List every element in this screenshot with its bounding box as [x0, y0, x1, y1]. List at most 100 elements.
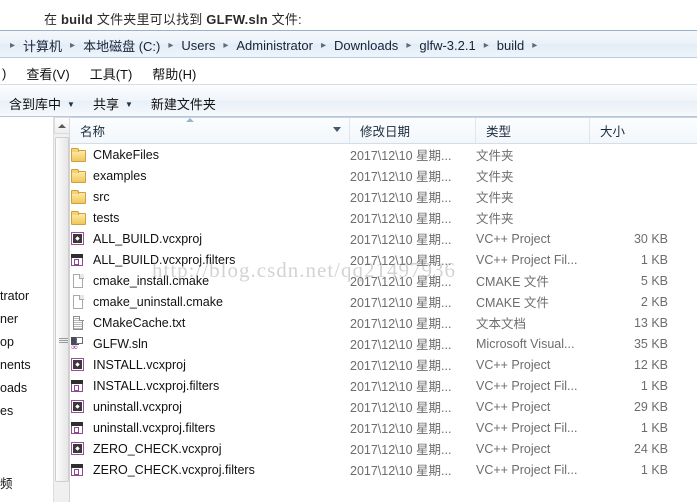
- file-name-cell[interactable]: GLFW.sln: [70, 336, 340, 352]
- column-header-name[interactable]: 名称: [70, 118, 350, 143]
- table-row[interactable]: examples 2017\12\10 星期... 文件夹: [70, 165, 697, 186]
- table-row[interactable]: src 2017\12\10 星期... 文件夹: [70, 186, 697, 207]
- file-list: CMakeFiles 2017\12\10 星期... 文件夹 examples 201…: [70, 144, 697, 480]
- file-name-label: ALL_BUILD.vcxproj.filters: [93, 252, 236, 267]
- scroll-up-arrow-icon[interactable]: [54, 117, 70, 134]
- breadcrumb-separator-icon[interactable]: [223, 40, 228, 51]
- file-type-cell: VC++ Project: [476, 399, 551, 414]
- file-name-label: GLFW.sln: [93, 336, 148, 351]
- column-header-date-label: 修改日期: [360, 125, 411, 139]
- breadcrumb-item-0[interactable]: 计算机: [21, 36, 64, 55]
- table-row[interactable]: GLFW.sln 2017\12\10 星期... Microsoft Visual…: [70, 333, 697, 354]
- file-name-label: examples: [93, 168, 147, 183]
- file-date-cell: 2017\12\10 星期...: [350, 212, 452, 226]
- file-type-cell: VC++ Project: [476, 231, 551, 246]
- breadcrumb-separator-icon[interactable]: [168, 40, 173, 51]
- table-row[interactable]: ALL_BUILD.vcxproj 2017\12\10 星期... VC++ Pr…: [70, 228, 697, 249]
- file-name-cell[interactable]: src: [70, 189, 340, 205]
- breadcrumb-item-6[interactable]: build: [495, 38, 526, 53]
- menu-item-help[interactable]: 帮助(H): [142, 63, 206, 84]
- breadcrumb-item-5[interactable]: glfw-3.2.1: [417, 38, 477, 53]
- file-size-cell: 1 KB: [640, 420, 668, 435]
- new-folder-button[interactable]: 新建文件夹: [142, 92, 225, 115]
- scrollbar-grip-icon: [59, 338, 68, 345]
- nav-item-1[interactable]: ner: [0, 312, 18, 326]
- file-date-cell: 2017\12\10 星期...: [350, 338, 452, 352]
- column-header-type[interactable]: 类型: [476, 118, 590, 143]
- address-bar[interactable]: 计算机 本地磁盘 (C:) Users Administrator Downlo…: [0, 30, 697, 58]
- scrollbar-thumb[interactable]: [55, 137, 69, 482]
- nav-item-0[interactable]: trator: [0, 289, 29, 303]
- table-row[interactable]: CMakeCache.txt 2017\12\10 星期... 文本文档 13 KB: [70, 312, 697, 333]
- table-row[interactable]: ZERO_CHECK.vcxproj 2017\12\10 星期... VC++ P…: [70, 438, 697, 459]
- folder-icon: [70, 168, 86, 184]
- file-name-cell[interactable]: cmake_uninstall.cmake: [70, 294, 340, 310]
- menu-item-tools[interactable]: 工具(T): [80, 63, 143, 84]
- table-row[interactable]: INSTALL.vcxproj.filters 2017\12\10 星期... V…: [70, 375, 697, 396]
- table-row[interactable]: cmake_uninstall.cmake 2017\12\10 星期... CMA…: [70, 291, 697, 312]
- file-type-cell: VC++ Project: [476, 441, 551, 456]
- share-button[interactable]: 共享: [84, 92, 142, 115]
- file-list-pane: 名称 修改日期 类型 大小 CMakeFiles 2017\12\10 星期...…: [70, 117, 697, 502]
- breadcrumb-separator-icon[interactable]: [484, 40, 489, 51]
- file-date-cell: 2017\12\10 星期...: [350, 380, 452, 394]
- file-name-cell[interactable]: CMakeCache.txt: [70, 315, 340, 331]
- table-row[interactable]: ALL_BUILD.vcxproj.filters 2017\12\10 星期..…: [70, 249, 697, 270]
- table-row[interactable]: uninstall.vcxproj 2017\12\10 星期... VC++ Pr…: [70, 396, 697, 417]
- breadcrumb-separator-icon[interactable]: [10, 40, 15, 51]
- visual-studio-solution-icon: [70, 336, 86, 352]
- table-row[interactable]: INSTALL.vcxproj 2017\12\10 星期... VC++ Proj…: [70, 354, 697, 375]
- navigation-pane-scrollbar[interactable]: [53, 117, 70, 502]
- file-name-cell[interactable]: ALL_BUILD.vcxproj: [70, 231, 340, 247]
- menu-item-clipped[interactable]: ): [0, 65, 16, 82]
- table-row[interactable]: uninstall.vcxproj.filters 2017\12\10 星期..…: [70, 417, 697, 438]
- caption-folder: build: [61, 12, 94, 27]
- breadcrumb-separator-icon[interactable]: [70, 40, 75, 51]
- table-row[interactable]: tests 2017\12\10 星期... 文件夹: [70, 207, 697, 228]
- table-row[interactable]: cmake_install.cmake 2017\12\10 星期... CMAKE…: [70, 270, 697, 291]
- nav-item-4[interactable]: oads: [0, 381, 27, 395]
- sort-ascending-icon: [186, 118, 194, 122]
- file-name-cell[interactable]: ZERO_CHECK.vcxproj.filters: [70, 462, 340, 478]
- nav-item-2[interactable]: op: [0, 335, 14, 349]
- breadcrumb-separator-icon[interactable]: [321, 40, 326, 51]
- file-name-cell[interactable]: tests: [70, 210, 340, 226]
- file-size-cell: 1 KB: [640, 252, 668, 267]
- menu-item-view[interactable]: 查看(V): [16, 63, 79, 84]
- breadcrumb-item-1[interactable]: 本地磁盘 (C:): [81, 36, 162, 55]
- chevron-down-icon[interactable]: [333, 127, 341, 132]
- breadcrumb-item-4[interactable]: Downloads: [332, 38, 400, 53]
- table-row[interactable]: CMakeFiles 2017\12\10 星期... 文件夹: [70, 144, 697, 165]
- breadcrumb-item-2[interactable]: Users: [179, 38, 217, 53]
- file-name-label: INSTALL.vcxproj.filters: [93, 378, 220, 393]
- breadcrumb-item-3[interactable]: Administrator: [234, 38, 315, 53]
- file-name-cell[interactable]: ALL_BUILD.vcxproj.filters: [70, 252, 340, 268]
- breadcrumb-separator-icon[interactable]: [532, 40, 537, 51]
- breadcrumb-separator-icon[interactable]: [406, 40, 411, 51]
- file-name-cell[interactable]: INSTALL.vcxproj.filters: [70, 378, 340, 394]
- file-name-cell[interactable]: CMakeFiles: [70, 147, 340, 163]
- file-date-cell: 2017\12\10 星期...: [350, 254, 452, 268]
- file-name-cell[interactable]: cmake_install.cmake: [70, 273, 340, 289]
- file-name-cell[interactable]: uninstall.vcxproj: [70, 399, 340, 415]
- nav-item-6[interactable]: 频: [0, 473, 13, 492]
- file-name-cell[interactable]: INSTALL.vcxproj: [70, 357, 340, 373]
- file-name-label: CMakeCache.txt: [93, 315, 186, 330]
- file-name-cell[interactable]: examples: [70, 168, 340, 184]
- file-name-cell[interactable]: uninstall.vcxproj.filters: [70, 420, 340, 436]
- include-in-library-button[interactable]: 含到库中: [0, 92, 84, 115]
- column-header-size[interactable]: 大小: [590, 118, 697, 143]
- file-date-cell: 2017\12\10 星期...: [350, 149, 452, 163]
- nav-item-5[interactable]: es: [0, 404, 13, 418]
- vcxproj-filters-file-icon: [70, 378, 86, 394]
- file-name-label: cmake_install.cmake: [93, 273, 210, 288]
- file-name-label: tests: [93, 210, 120, 225]
- file-name-cell[interactable]: ZERO_CHECK.vcxproj: [70, 441, 340, 457]
- column-header-date[interactable]: 修改日期: [350, 118, 476, 143]
- explorer-window: 在 build 文件夹里可以找到 GLFW.sln 文件: 计算机 本地磁盘 (…: [0, 0, 697, 502]
- column-header-size-label: 大小: [600, 125, 626, 139]
- file-size-cell: 13 KB: [633, 315, 668, 330]
- caption-suffix: 文件:: [267, 12, 302, 27]
- nav-item-3[interactable]: nents: [0, 358, 31, 372]
- table-row[interactable]: ZERO_CHECK.vcxproj.filters 2017\12\10 星期.…: [70, 459, 697, 480]
